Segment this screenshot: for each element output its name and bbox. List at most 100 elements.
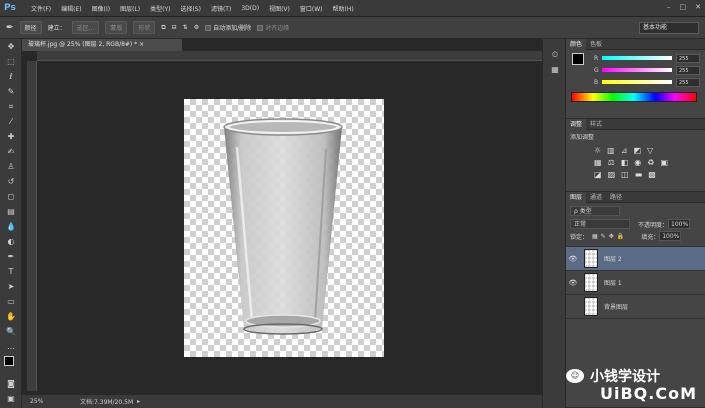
threshold-icon[interactable]: ◫	[621, 170, 629, 179]
black-white-icon[interactable]: ◧	[621, 158, 629, 167]
properties-panel-icon[interactable]: ▦	[543, 62, 567, 77]
shape-button[interactable]: 形状	[133, 21, 156, 34]
selection-button[interactable]: 选区...	[71, 21, 100, 34]
marquee-tool-icon[interactable]: ⬚	[0, 54, 22, 69]
blend-mode-select[interactable]: 正常	[570, 219, 630, 229]
screen-mode-icon[interactable]: ▣	[0, 391, 22, 406]
mode-select[interactable]: 颜径	[19, 21, 42, 34]
settings-gear-icon[interactable]: ⚙	[194, 24, 199, 31]
tab-channels[interactable]: 通道	[586, 192, 606, 203]
layer-row[interactable]: 👁 图层 1	[566, 271, 705, 295]
zoom-tool-icon[interactable]: 🔍	[0, 324, 22, 339]
foreground-color-swatch[interactable]	[4, 356, 14, 366]
auto-add-delete-checkbox[interactable]: 自动添加/删除	[205, 23, 251, 32]
b-value[interactable]: 255	[676, 77, 700, 87]
posterize-icon[interactable]: ▨	[608, 170, 616, 179]
tab-color[interactable]: 颜色	[566, 38, 587, 50]
path-arrange-icon[interactable]: ⇅	[183, 24, 188, 31]
blur-tool-icon[interactable]: 💧	[0, 219, 22, 234]
curves-icon[interactable]: ⊿	[621, 146, 628, 155]
color-swatches[interactable]	[0, 354, 21, 376]
move-tool-icon[interactable]: ✥	[0, 39, 22, 54]
layer-filter-select[interactable]: ρ 类型	[570, 206, 620, 216]
color-lookup-icon[interactable]: ▣	[660, 158, 668, 167]
type-tool-icon[interactable]: T	[0, 264, 22, 279]
zoom-level[interactable]: 25%	[30, 398, 60, 405]
g-slider[interactable]	[602, 68, 672, 72]
history-brush-icon[interactable]: ↺	[0, 174, 22, 189]
exposure-icon[interactable]: ◩	[633, 146, 641, 155]
document-tab[interactable]: 玻璃杯.jpg @ 25% (图层 2, RGB/8#) * ×	[22, 39, 182, 51]
menu-help[interactable]: 帮助(H)	[328, 4, 359, 13]
layer-row[interactable]: 👁 图层 2	[566, 247, 705, 271]
pen-tool-icon[interactable]: ✒	[0, 249, 22, 264]
layer-name: 背景图层	[604, 304, 629, 311]
b-slider[interactable]	[602, 80, 672, 84]
photo-filter-icon[interactable]: ◉	[634, 158, 641, 167]
eraser-tool-icon[interactable]: ◻	[0, 189, 22, 204]
minimize-icon[interactable]: –	[667, 3, 671, 11]
hand-tool-icon[interactable]: ✋	[0, 309, 22, 324]
invert-icon[interactable]: ◪	[594, 170, 602, 179]
close-tab-icon[interactable]: ×	[139, 41, 144, 48]
visibility-eye-icon[interactable]: 👁	[566, 255, 580, 263]
tab-swatches[interactable]: 色板	[586, 39, 606, 50]
foreground-color-swatch[interactable]	[572, 53, 584, 65]
visibility-eye-icon[interactable]: 👁	[566, 279, 580, 287]
quick-mask-icon[interactable]: ◙	[0, 376, 22, 391]
maximize-icon[interactable]: □	[680, 3, 687, 11]
gradient-map-icon[interactable]: ▬	[635, 170, 643, 179]
stamp-tool-icon[interactable]: ♙	[0, 159, 22, 174]
pen-tool-icon[interactable]: ✒	[6, 23, 14, 33]
align-edges-checkbox[interactable]: 对齐边缘	[257, 23, 289, 32]
color-spectrum[interactable]	[571, 92, 697, 102]
brightness-icon[interactable]: ☼	[594, 146, 601, 155]
menu-type[interactable]: 类型(Y)	[145, 4, 175, 13]
tab-adjustments[interactable]: 调整	[566, 118, 587, 130]
mask-button[interactable]: 蒙版	[105, 21, 128, 34]
color-balance-icon[interactable]: ⚖	[608, 158, 615, 167]
r-slider[interactable]	[602, 56, 672, 60]
menu-3d[interactable]: 3D(D)	[236, 5, 264, 12]
more-tools-icon[interactable]: …	[0, 339, 22, 354]
menu-image[interactable]: 图像(I)	[87, 4, 115, 13]
fill-input[interactable]: 100%	[659, 231, 682, 241]
g-value[interactable]: 255	[676, 65, 700, 75]
healing-tool-icon[interactable]: ✚	[0, 129, 22, 144]
menu-window[interactable]: 窗口(W)	[295, 4, 328, 13]
menu-edit[interactable]: 编辑(E)	[56, 4, 86, 13]
tab-styles[interactable]: 样式	[586, 119, 606, 130]
vibrance-icon[interactable]: ▽	[647, 146, 653, 155]
gradient-tool-icon[interactable]: ▤	[0, 204, 22, 219]
dodge-tool-icon[interactable]: ◐	[0, 234, 22, 249]
shape-tool-icon[interactable]: ▭	[0, 294, 22, 309]
lock-icons[interactable]: ▦✎✥🔒	[592, 233, 627, 240]
levels-icon[interactable]: ▥	[607, 146, 615, 155]
lasso-tool-icon[interactable]: ℓ	[0, 69, 22, 84]
canvas[interactable]	[184, 99, 384, 357]
workspace-select[interactable]: 基本功能	[639, 22, 699, 34]
path-align-icon[interactable]: ⊟	[172, 24, 177, 31]
crop-tool-icon[interactable]: ⌗	[0, 99, 22, 114]
selective-color-icon[interactable]: ▩	[648, 170, 656, 179]
menu-filter[interactable]: 滤镜(T)	[206, 4, 236, 13]
layer-row[interactable]: 背景图层	[566, 295, 705, 319]
path-ops-icon[interactable]: ⧉	[161, 24, 165, 32]
menu-layer[interactable]: 图层(L)	[115, 4, 145, 13]
r-value[interactable]: 255	[676, 53, 700, 63]
channel-mixer-icon[interactable]: ♻	[647, 158, 654, 167]
status-arrow-icon[interactable]: ▸	[137, 398, 140, 405]
quick-select-tool-icon[interactable]: ✎	[0, 84, 22, 99]
brush-tool-icon[interactable]: ✍	[0, 144, 22, 159]
tab-paths[interactable]: 路径	[606, 192, 626, 203]
history-panel-icon[interactable]: ⏲	[543, 47, 567, 62]
path-select-tool-icon[interactable]: ➤	[0, 279, 22, 294]
close-icon[interactable]: ✕	[695, 3, 701, 11]
hue-saturation-icon[interactable]: ▦	[594, 158, 602, 167]
menu-select[interactable]: 选择(S)	[175, 4, 206, 13]
tab-layers[interactable]: 图层	[566, 191, 587, 203]
opacity-input[interactable]: 100%	[668, 219, 691, 229]
menu-view[interactable]: 视图(V)	[264, 4, 295, 13]
eyedropper-tool-icon[interactable]: ⁄	[0, 114, 22, 129]
menu-file[interactable]: 文件(F)	[26, 4, 56, 13]
